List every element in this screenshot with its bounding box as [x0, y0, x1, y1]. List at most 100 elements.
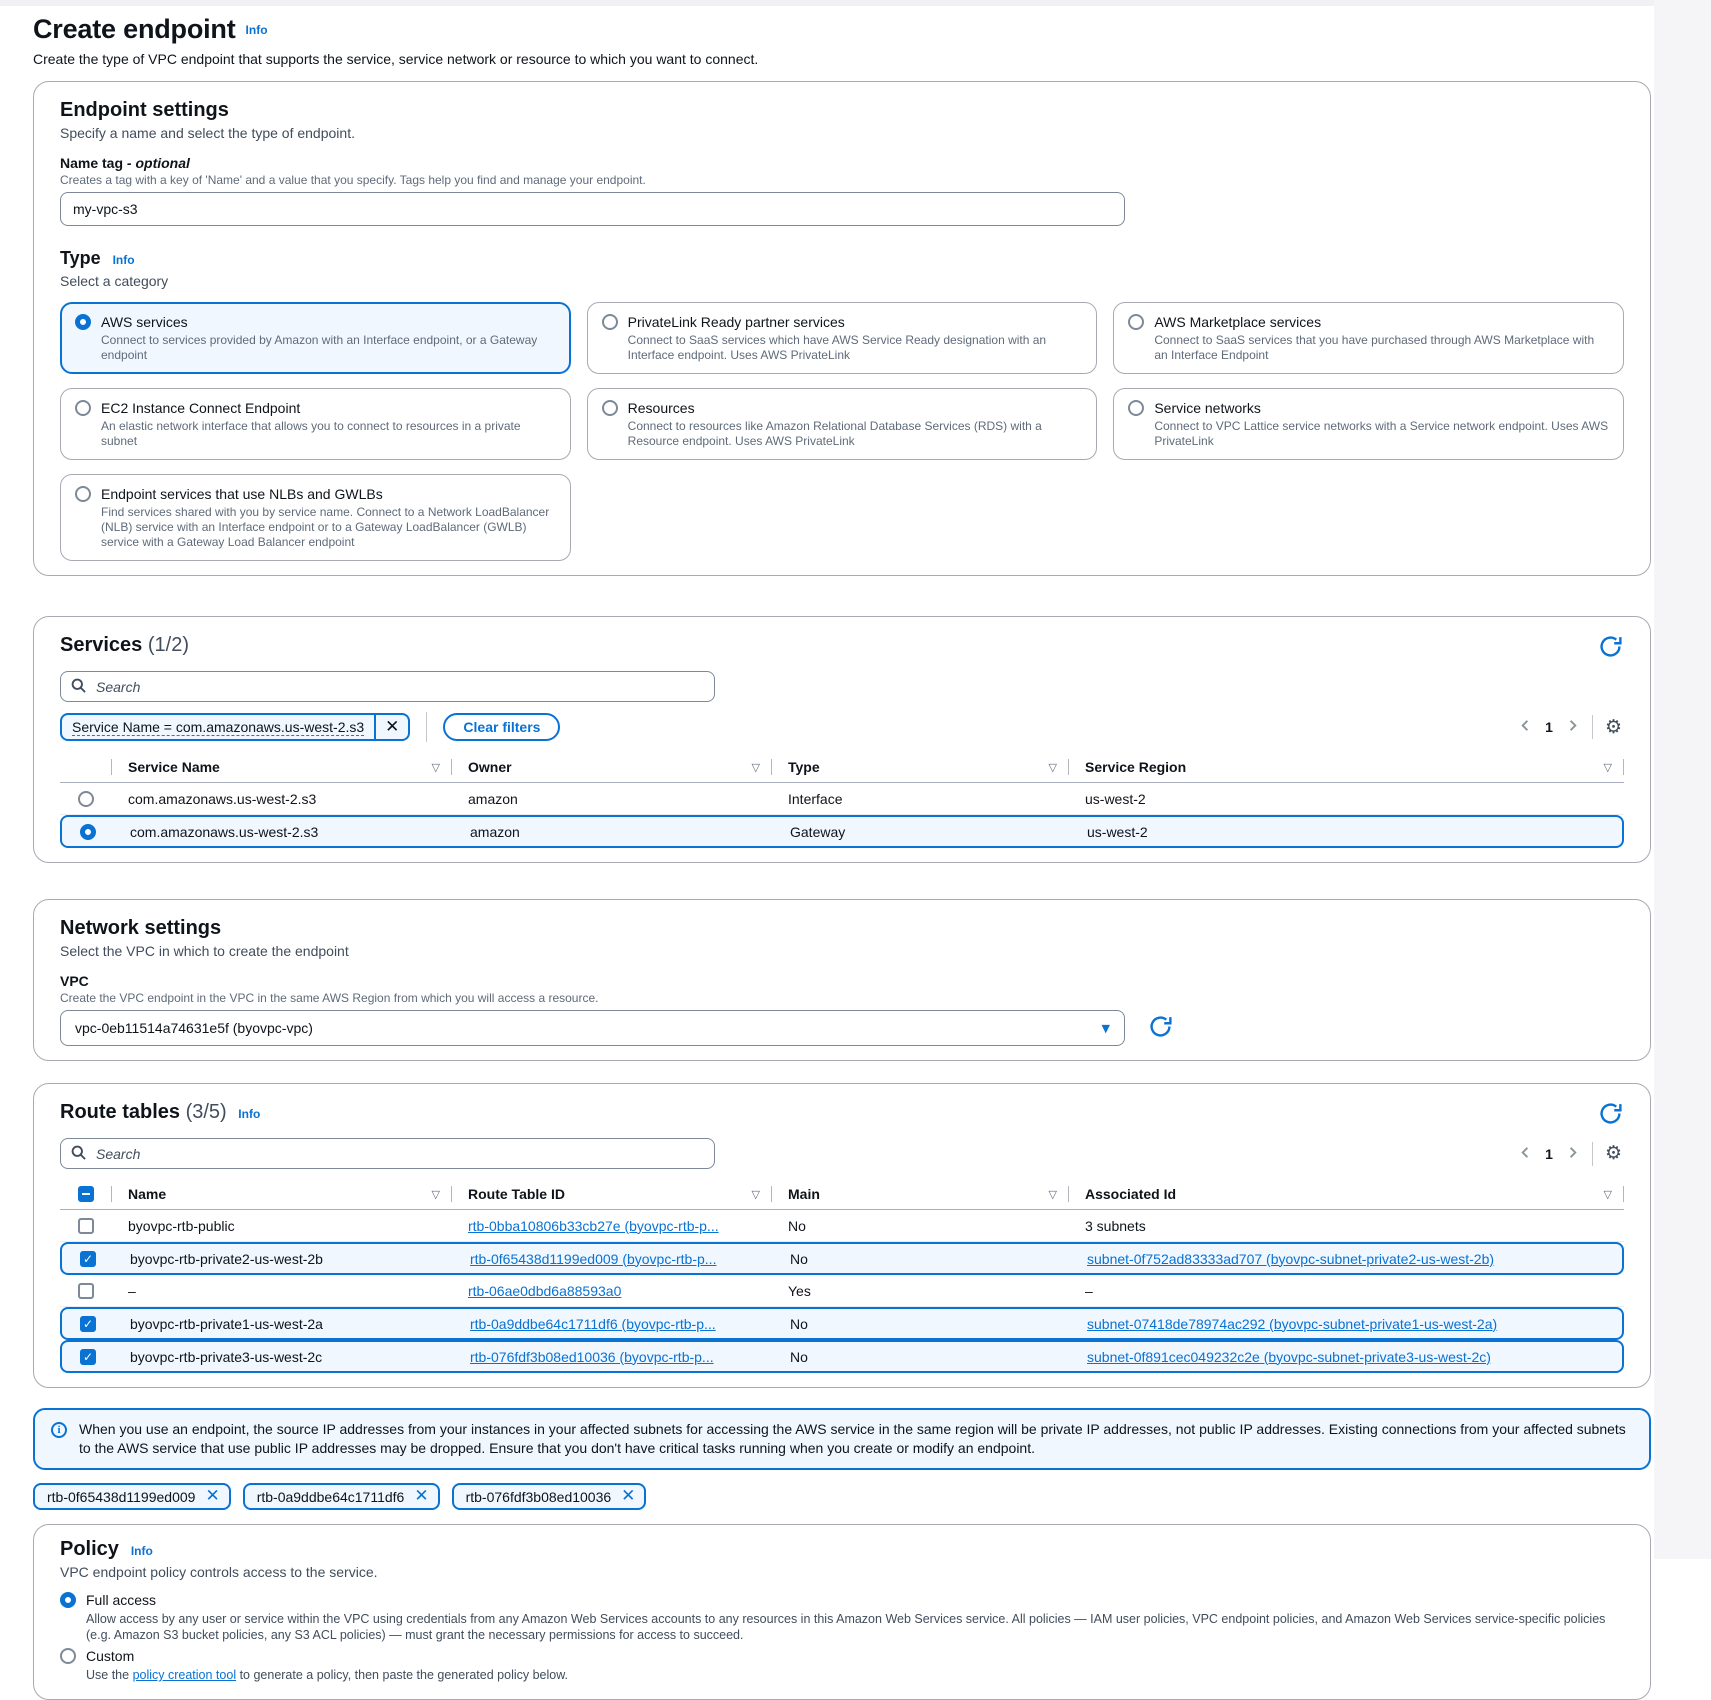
tile-label: Endpoint services that use NLBs and GWLB… — [101, 485, 383, 503]
row-checkbox[interactable] — [78, 1283, 94, 1299]
name-tag-input[interactable] — [60, 192, 1125, 226]
type-subtitle: Select a category — [60, 272, 1624, 290]
main-cell: No — [772, 1218, 1069, 1234]
current-page-number[interactable]: 1 — [1535, 719, 1563, 735]
radio-service-networks[interactable] — [1128, 400, 1144, 416]
row-radio[interactable] — [80, 824, 96, 840]
next-page-button[interactable] — [1563, 716, 1582, 738]
radio-privatelink-partner[interactable] — [602, 314, 618, 330]
type-option-nlb-gwlb[interactable]: Endpoint services that use NLBs and GWLB… — [60, 474, 571, 561]
row-checkbox[interactable]: ✓ — [80, 1251, 96, 1267]
route-tables-info-link[interactable]: Info — [238, 1107, 260, 1121]
name-cell: byovpc-rtb-private2-us-west-2b — [114, 1251, 454, 1267]
services-pagination: 1 ⚙ — [1516, 715, 1624, 739]
radio-full-access[interactable] — [60, 1592, 76, 1608]
services-count: (1/2) — [148, 634, 189, 656]
type-info-link[interactable]: Info — [113, 253, 135, 267]
route-table-row-public[interactable]: byovpc-rtb-public rtb-0bba10806b33cb27e … — [60, 1210, 1624, 1242]
custom-label: Custom — [86, 1647, 134, 1665]
policy-option-full-access[interactable]: Full access — [60, 1591, 1624, 1609]
caret-down-icon: ▼ — [1102, 1022, 1110, 1035]
route-table-chip: rtb-0f65438d1199ed009 ✕ — [33, 1483, 231, 1510]
route-table-id-link[interactable]: rtb-0bba10806b33cb27e (byovpc-rtb-p... — [468, 1218, 719, 1234]
sort-icon[interactable]: ▽ — [752, 1188, 760, 1201]
previous-page-button[interactable] — [1516, 1143, 1535, 1165]
radio-ec2-instance-connect[interactable] — [75, 400, 91, 416]
divider — [1592, 715, 1593, 739]
radio-custom[interactable] — [60, 1648, 76, 1664]
associated-subnet-link[interactable]: subnet-0f752ad83333ad707 (byovpc-subnet-… — [1087, 1251, 1494, 1267]
page-description: Create the type of VPC endpoint that sup… — [33, 51, 1651, 67]
previous-page-button[interactable] — [1516, 716, 1535, 738]
sort-icon[interactable]: ▽ — [1049, 761, 1057, 774]
service-name-cell: com.amazonaws.us-west-2.s3 — [114, 824, 454, 840]
sort-icon[interactable]: ▽ — [1604, 761, 1612, 774]
sort-icon[interactable]: ▽ — [1049, 1188, 1057, 1201]
route-table-row-main[interactable]: – rtb-06ae0dbd6a88593a0 Yes – — [60, 1275, 1624, 1307]
sort-icon[interactable]: ▽ — [432, 761, 440, 774]
service-row-interface[interactable]: com.amazonaws.us-west-2.s3 amazon Interf… — [60, 783, 1624, 815]
policy-creation-tool-link[interactable]: policy creation tool — [133, 1668, 237, 1682]
type-option-ec2-instance-connect[interactable]: EC2 Instance Connect Endpoint An elastic… — [60, 388, 571, 460]
clear-filters-button[interactable]: Clear filters — [443, 713, 560, 741]
route-table-row-private2[interactable]: ✓ byovpc-rtb-private2-us-west-2b rtb-0f6… — [60, 1242, 1624, 1275]
chip-dismiss-icon[interactable]: ✕ — [414, 1488, 428, 1505]
route-table-row-private1[interactable]: ✓ byovpc-rtb-private1-us-west-2a rtb-0a9… — [60, 1307, 1624, 1340]
service-row-gateway[interactable]: com.amazonaws.us-west-2.s3 amazon Gatewa… — [60, 815, 1624, 848]
route-tables-search-input[interactable] — [94, 1145, 704, 1163]
route-table-id-link[interactable]: rtb-0f65438d1199ed009 (byovpc-rtb-p... — [470, 1251, 716, 1267]
vpc-select[interactable]: vpc-0eb11514a74631e5f (byovpc-vpc) ▼ — [60, 1010, 1125, 1046]
route-table-id-link[interactable]: rtb-0a9ddbe64c1711df6 (byovpc-rtb-p... — [470, 1316, 716, 1332]
current-page-number[interactable]: 1 — [1535, 1146, 1563, 1162]
route-tables-preferences-button[interactable]: ⚙ — [1603, 1142, 1624, 1165]
tile-label: Resources — [628, 399, 695, 417]
sort-icon[interactable]: ▽ — [1604, 1188, 1612, 1201]
selection-column-header — [60, 752, 112, 782]
row-checkbox[interactable]: ✓ — [80, 1349, 96, 1365]
row-radio[interactable] — [78, 791, 94, 807]
radio-resources[interactable] — [602, 400, 618, 416]
tile-description: Connect to SaaS services which have AWS … — [628, 333, 1083, 363]
next-page-button[interactable] — [1563, 1143, 1582, 1165]
radio-marketplace[interactable] — [1128, 314, 1144, 330]
services-refresh-button[interactable] — [1597, 633, 1624, 663]
services-search[interactable] — [60, 671, 715, 702]
associated-id-cell: – — [1069, 1283, 1624, 1299]
policy-title: Policy — [60, 1538, 119, 1560]
vpc-refresh-button[interactable] — [1147, 1013, 1174, 1043]
endpoint-info-alert: i When you use an endpoint, the source I… — [33, 1408, 1651, 1470]
route-table-id-link[interactable]: rtb-076fdf3b08ed10036 (byovpc-rtb-p... — [470, 1349, 714, 1365]
chevron-right-icon — [1565, 1145, 1580, 1163]
page-info-link[interactable]: Info — [246, 23, 268, 37]
chip-dismiss-icon[interactable]: ✕ — [205, 1488, 219, 1505]
route-table-id-link[interactable]: rtb-06ae0dbd6a88593a0 — [468, 1283, 621, 1299]
policy-info-link[interactable]: Info — [131, 1544, 153, 1558]
filter-token-label[interactable]: Service Name = com.amazonaws.us-west-2.s… — [62, 715, 374, 739]
row-checkbox[interactable] — [78, 1218, 94, 1234]
type-option-service-networks[interactable]: Service networks Connect to VPC Lattice … — [1113, 388, 1624, 460]
sort-icon[interactable]: ▽ — [432, 1188, 440, 1201]
vpc-label: VPC — [60, 972, 1624, 990]
services-preferences-button[interactable]: ⚙ — [1603, 716, 1624, 739]
type-option-resources[interactable]: Resources Connect to resources like Amaz… — [587, 388, 1098, 460]
filter-token-dismiss-icon[interactable]: ✕ — [374, 715, 408, 739]
endpoint-settings-card: Endpoint settings Specify a name and sel… — [33, 81, 1651, 576]
subnets-popover-trigger[interactable]: 3 subnets — [1085, 1218, 1146, 1234]
sort-icon[interactable]: ▽ — [752, 761, 760, 774]
radio-aws-services[interactable] — [75, 314, 91, 330]
chip-dismiss-icon[interactable]: ✕ — [621, 1488, 635, 1505]
route-table-row-private3[interactable]: ✓ byovpc-rtb-private3-us-west-2c rtb-076… — [60, 1340, 1624, 1373]
row-checkbox[interactable]: ✓ — [80, 1316, 96, 1332]
policy-option-custom[interactable]: Custom — [60, 1647, 1624, 1665]
associated-subnet-link[interactable]: subnet-07418de78974ac292 (byovpc-subnet-… — [1087, 1316, 1497, 1332]
type-option-privatelink-partner[interactable]: PrivateLink Ready partner services Conne… — [587, 302, 1098, 374]
route-tables-search[interactable] — [60, 1138, 715, 1169]
associated-subnet-link[interactable]: subnet-0f891cec049232c2e (byovpc-subnet-… — [1087, 1349, 1491, 1365]
services-search-input[interactable] — [94, 678, 704, 696]
route-tables-refresh-button[interactable] — [1597, 1100, 1624, 1130]
select-all-checkbox[interactable] — [78, 1186, 94, 1202]
type-option-aws-services[interactable]: AWS services Connect to services provide… — [60, 302, 571, 374]
service-name-filter-token: Service Name = com.amazonaws.us-west-2.s… — [60, 713, 410, 741]
radio-nlb-gwlb[interactable] — [75, 486, 91, 502]
type-option-marketplace[interactable]: AWS Marketplace services Connect to SaaS… — [1113, 302, 1624, 374]
